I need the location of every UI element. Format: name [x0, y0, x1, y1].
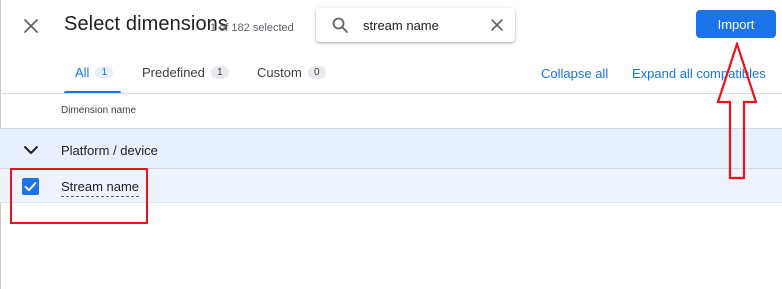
collapse-all-link[interactable]: Collapse all	[541, 66, 608, 81]
annotation-highlight-box	[10, 168, 148, 224]
group-row-platform-device[interactable]: Platform / device	[0, 128, 782, 169]
header-divider	[0, 93, 782, 94]
tab-predefined-count: 1	[210, 66, 229, 79]
search-input[interactable]	[363, 13, 483, 37]
tab-predefined-label: Predefined	[142, 65, 205, 80]
close-icon	[24, 19, 38, 33]
annotation-arrow-icon	[716, 42, 758, 180]
tab-predefined[interactable]: Predefined 1	[142, 66, 229, 94]
tab-custom-label: Custom	[257, 65, 302, 80]
import-button[interactable]: Import	[696, 10, 776, 38]
tab-custom-count: 0	[307, 66, 326, 79]
group-label: Platform / device	[61, 143, 158, 158]
tab-custom[interactable]: Custom 0	[257, 66, 326, 94]
search-box[interactable]	[316, 8, 515, 42]
selected-count: 1 of 182 selected	[210, 22, 294, 34]
column-header-dimension-name: Dimension name	[61, 105, 137, 116]
tab-all[interactable]: All 1	[75, 65, 114, 94]
tab-all-count: 1	[95, 66, 114, 79]
tab-all-label: All	[75, 65, 90, 80]
search-icon	[331, 16, 349, 34]
close-button[interactable]	[19, 14, 43, 38]
clear-search-icon[interactable]	[489, 17, 505, 33]
chevron-down-icon[interactable]	[22, 141, 40, 159]
page-title: Select dimensions	[64, 13, 229, 35]
